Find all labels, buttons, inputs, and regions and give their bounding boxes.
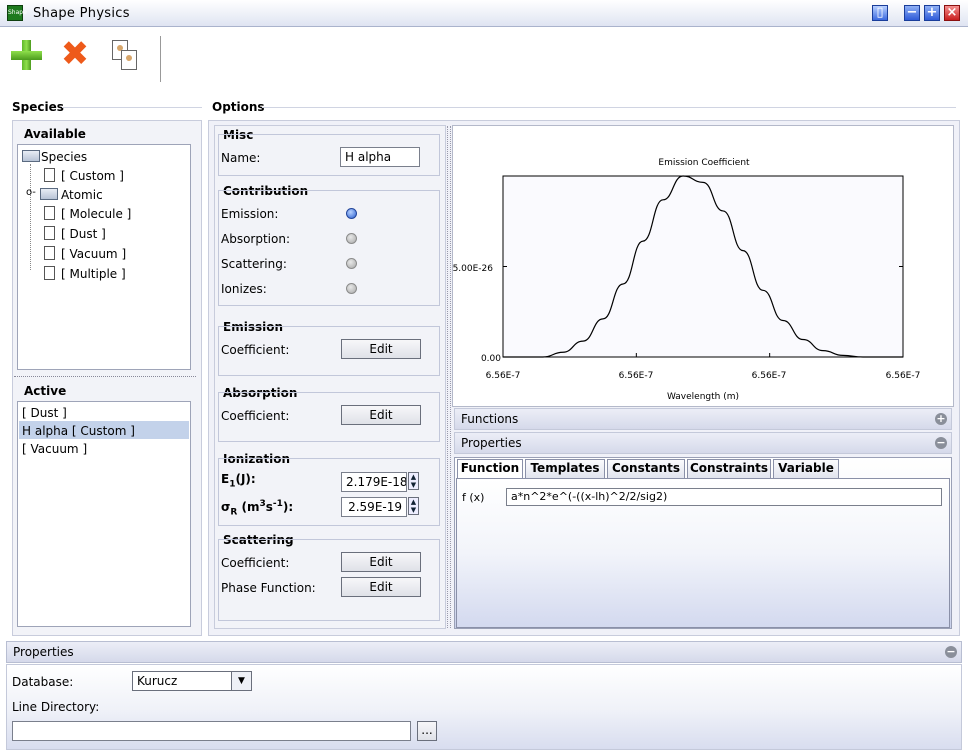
tab-constraints[interactable]: Constraints: [687, 459, 771, 478]
bottom-properties-label: Properties: [13, 645, 74, 659]
chart-title: Emission Coefficient: [658, 158, 750, 168]
y-tick-label: 5.00E-26: [453, 264, 493, 274]
collapse-icon[interactable]: −: [945, 646, 957, 658]
name-input[interactable]: H alpha: [340, 147, 420, 167]
close-button[interactable]: ×: [944, 5, 960, 21]
tree-guide: [30, 164, 31, 270]
document-icon: [44, 266, 55, 280]
browse-button[interactable]: ...: [417, 721, 437, 741]
tab-constants[interactable]: Constants: [607, 459, 685, 478]
app-icon: Shape: [7, 5, 27, 21]
chart-panel: Emission Coefficient 0.00 5.00E-26 6.56E…: [452, 125, 954, 407]
toolbar: [0, 28, 968, 88]
active-title: Active: [24, 384, 67, 398]
scattering-coefficient-label: Coefficient:: [221, 556, 290, 570]
active-item-vacuum[interactable]: [ Vacuum ]: [22, 442, 87, 456]
sigma-input[interactable]: 2.59E-19: [341, 497, 407, 517]
divider: [62, 107, 202, 108]
options-heading: Options: [212, 100, 265, 114]
x-tick-label: 6.56E-7: [752, 371, 787, 381]
tab-templates[interactable]: Templates: [525, 459, 605, 478]
tab-function[interactable]: Function: [457, 459, 523, 479]
species-heading: Species: [12, 100, 64, 114]
delete-icon[interactable]: ✖: [58, 36, 92, 72]
phase-function-edit-button[interactable]: Edit: [341, 577, 421, 597]
y-tick-label: 0.00: [481, 354, 501, 364]
tree-item-molecule[interactable]: [ Molecule ]: [61, 207, 131, 221]
document-icon: [44, 246, 55, 260]
document-icon: [44, 168, 55, 182]
split-handle[interactable]: [14, 376, 196, 377]
absorption-coefficient-label: Coefficient:: [221, 409, 290, 423]
toolbar-separator: [160, 36, 161, 82]
scattering-toggle[interactable]: [346, 258, 357, 269]
name-label: Name:: [221, 151, 261, 165]
emission-label: Emission:: [221, 207, 279, 221]
expand-handle-icon[interactable]: o-: [26, 187, 36, 198]
collapse-icon[interactable]: −: [935, 437, 947, 449]
function-label: f (x): [462, 491, 485, 504]
duplicate-icon[interactable]: [112, 40, 140, 72]
line-directory-label: Line Directory:: [12, 700, 100, 714]
scattering-label: Scattering:: [221, 257, 287, 271]
function-input[interactable]: a*n^2*e^(-((x-lh)^2/2/sig2): [506, 488, 942, 506]
vertical-splitter[interactable]: [447, 126, 451, 628]
sigma-spinner[interactable]: ▲ ▼: [408, 497, 419, 515]
pin-icon[interactable]: ▯: [872, 5, 888, 21]
database-select[interactable]: Kurucz ▼: [132, 671, 252, 691]
absorption-edit-button[interactable]: Edit: [341, 405, 421, 425]
database-label: Database:: [12, 675, 74, 689]
window-title: Shape Physics: [33, 6, 130, 21]
emission-edit-button[interactable]: Edit: [341, 339, 421, 359]
tree-item-atomic[interactable]: Atomic: [61, 188, 103, 202]
e1-spinner[interactable]: ▲ ▼: [408, 472, 419, 490]
properties-label: Properties: [461, 436, 522, 450]
tree-item-multiple[interactable]: [ Multiple ]: [61, 267, 126, 281]
sigma-label: σR (m3s-1):: [221, 499, 294, 518]
properties-bar[interactable]: Properties −: [454, 432, 952, 454]
document-icon: [44, 226, 55, 240]
folder-icon: [22, 150, 40, 162]
x-axis-label: Wavelength (m): [667, 392, 739, 402]
database-value: Kurucz: [137, 674, 178, 688]
line-directory-input[interactable]: [12, 721, 411, 741]
expand-icon[interactable]: +: [935, 413, 947, 425]
bottom-properties-bar[interactable]: Properties −: [6, 641, 962, 663]
document-icon: [44, 206, 55, 220]
tree-root-species[interactable]: Species: [41, 150, 87, 164]
x-tick-label: 6.56E-7: [486, 371, 521, 381]
functions-bar[interactable]: Functions +: [454, 408, 952, 430]
absorption-toggle[interactable]: [346, 233, 357, 244]
minimize-button[interactable]: −: [904, 5, 920, 21]
e1-input[interactable]: 2.179E-18: [341, 472, 407, 492]
ionizes-toggle[interactable]: [346, 283, 357, 294]
emission-coefficient-label: Coefficient:: [221, 343, 290, 357]
absorption-label: Absorption:: [221, 232, 290, 246]
ionizes-label: Ionizes:: [221, 282, 267, 296]
emission-toggle[interactable]: [346, 208, 357, 219]
divider: [262, 107, 956, 108]
plot-frame: [502, 175, 904, 358]
maximize-button[interactable]: +: [924, 5, 940, 21]
tree-item-vacuum[interactable]: [ Vacuum ]: [61, 247, 126, 261]
x-tick-label: 6.56E-7: [619, 371, 654, 381]
tree-item-custom[interactable]: [ Custom ]: [61, 169, 124, 183]
phase-function-label: Phase Function:: [221, 581, 316, 595]
functions-label: Functions: [461, 412, 519, 426]
active-item-h-alpha[interactable]: H alpha [ Custom ]: [22, 424, 135, 438]
chevron-down-icon[interactable]: ▼: [231, 672, 251, 690]
active-item-dust[interactable]: [ Dust ]: [22, 406, 67, 420]
tab-variable[interactable]: Variable: [773, 459, 839, 478]
tree-item-dust[interactable]: [ Dust ]: [61, 227, 106, 241]
e1-label: E1(J):: [221, 472, 256, 490]
available-title: Available: [24, 127, 86, 141]
title-bar: Shape Shape Physics ▯ − + ×: [0, 0, 968, 27]
scattering-edit-button[interactable]: Edit: [341, 552, 421, 572]
folder-icon: [40, 188, 58, 200]
x-tick-label: 6.56E-7: [886, 371, 921, 381]
emission-chart: Emission Coefficient 0.00 5.00E-26 6.56E…: [453, 158, 921, 402]
